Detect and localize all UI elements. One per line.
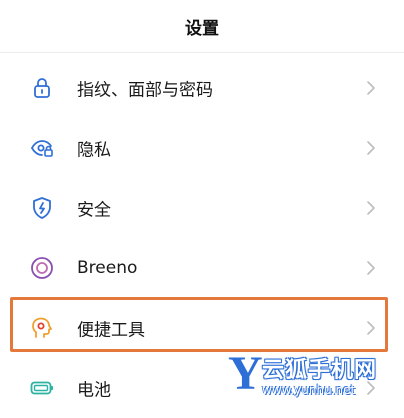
privacy-eye-icon [30,136,54,160]
settings-item-fingerprint-face-password[interactable]: 指纹、面部与密码 [0,58,404,118]
header-divider [0,52,404,53]
settings-item-breeno[interactable]: Breeno [0,238,404,298]
settings-item-convenience-tools[interactable]: 便捷工具 [0,298,404,358]
chevron-right-icon [367,321,375,335]
settings-item-privacy[interactable]: 隐私 [0,118,404,178]
settings-item-label: 指纹、面部与密码 [77,80,213,101]
convenience-tools-icon [30,316,54,340]
chevron-right-icon [367,141,375,155]
chevron-right-icon [367,201,375,215]
settings-item-label: 隐私 [77,140,111,161]
settings-item-label: Breeno [77,258,138,278]
breeno-icon [30,256,54,280]
settings-item-label: 电池 [77,380,111,401]
settings-list: 指纹、面部与密码 隐私 安全 Breeno 便捷工具 电池 [0,58,404,418]
chevron-right-icon [367,261,375,275]
battery-icon [30,376,54,400]
settings-item-security[interactable]: 安全 [0,178,404,238]
chevron-right-icon [367,381,375,395]
settings-item-label: 便捷工具 [77,320,145,341]
settings-item-battery[interactable]: 电池 [0,358,404,418]
header: 设置 [0,0,404,52]
shield-icon [30,196,54,220]
settings-item-label: 安全 [77,200,111,221]
page-title: 设置 [185,18,219,39]
chevron-right-icon [367,81,375,95]
lock-icon [30,76,54,100]
